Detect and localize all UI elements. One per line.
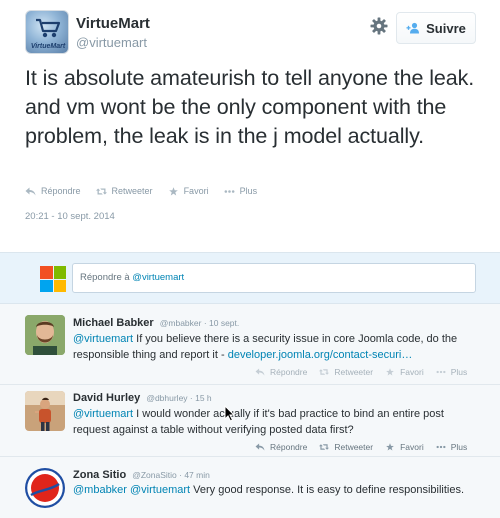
gear-icon[interactable] <box>369 16 389 36</box>
star-icon <box>168 186 178 195</box>
more-label: Plus <box>239 186 258 196</box>
reply-mention[interactable]: @virtuemart <box>73 408 133 420</box>
more-dots-icon <box>436 370 446 374</box>
avatar-logo-text: VirtueMart <box>30 43 66 50</box>
follow-user-icon <box>406 22 420 34</box>
reply-item: Zona Sitio @ZonaSitio · 47 min @mbabker … <box>0 458 500 518</box>
reply-action[interactable]: Répondre <box>255 442 307 452</box>
zonasitio-logo-icon <box>25 468 65 508</box>
reply-text: @virtuemart I would wonder actually if i… <box>73 406 483 438</box>
star-icon <box>386 368 394 376</box>
retweet-action[interactable]: Retweeter <box>95 186 153 196</box>
main-tweet: VirtueMart VirtueMart @virtuemart Suivre… <box>0 0 500 252</box>
favorite-label: Favori <box>183 186 209 196</box>
david-hurley-avatar[interactable] <box>25 391 65 431</box>
retweet-label: Retweeter <box>334 367 374 377</box>
more-label: Plus <box>450 442 468 452</box>
cart-logo-icon <box>36 18 61 38</box>
tweet-timestamp[interactable]: 20:21 - 10 sept. 2014 <box>25 211 115 222</box>
reply-item: Michael Babker @mbabker · 10 sept. @virt… <box>0 305 500 385</box>
more-dots-icon <box>224 189 235 193</box>
reply-input[interactable]: Répondre à @virtuemart <box>72 263 476 293</box>
reply-text: @mbabker @virtuemart Very good response.… <box>73 482 483 498</box>
reply-icon <box>255 443 265 451</box>
reply-composer: Répondre à @virtuemart <box>0 252 500 304</box>
retweet-label: Retweeter <box>111 186 153 196</box>
person-photo-icon <box>25 391 65 431</box>
reply-item: David Hurley @dbhurley · 15 h @virtuemar… <box>0 385 500 457</box>
follow-label: Suivre <box>426 20 466 36</box>
reply-icon <box>25 187 36 195</box>
reply-meta[interactable]: @mbabker · 10 sept. <box>160 318 240 328</box>
reply-label: Répondre <box>270 442 308 452</box>
retweet-action[interactable]: Retweeter <box>319 442 373 452</box>
reply-icon <box>255 368 265 376</box>
michael-babker-avatar[interactable] <box>25 315 65 355</box>
author-screenname[interactable]: @virtuemart <box>76 35 147 50</box>
reply-meta[interactable]: @ZonaSitio · 47 min <box>132 470 210 480</box>
avatar-tile <box>53 266 66 279</box>
reply-text: @virtuemart If you believe there is a se… <box>73 331 483 363</box>
more-action[interactable]: Plus <box>436 442 468 452</box>
reply-actions: Répondre Retweeter Favori Plus <box>255 367 467 377</box>
follow-button[interactable]: Suivre <box>396 12 476 44</box>
reply-mention[interactable]: @mbabker @virtuemart <box>73 484 190 496</box>
avatar-tile <box>53 279 66 292</box>
mouse-cursor-icon <box>224 405 235 422</box>
favorite-action[interactable]: Favori <box>385 367 424 377</box>
reply-actions: Répondre Retweeter Favori Plus <box>255 442 467 452</box>
more-action[interactable]: Plus <box>224 186 258 196</box>
more-dots-icon <box>436 445 446 449</box>
retweet-label: Retweeter <box>334 442 374 452</box>
more-label: Plus <box>450 367 468 377</box>
tweet-actions: Répondre Retweeter Favori Plus <box>25 186 257 196</box>
reply-header: Zona Sitio @ZonaSitio · 47 min <box>73 469 210 481</box>
reply-input-handle: @virtuemart <box>132 272 185 283</box>
favorite-label: Favori <box>400 367 424 377</box>
retweet-icon <box>319 369 330 375</box>
avatar-tile <box>40 279 53 292</box>
reply-author-name[interactable]: David Hurley <box>73 392 140 404</box>
star-icon <box>386 443 394 451</box>
zona-sitio-avatar[interactable] <box>25 468 65 508</box>
reply-label: Répondre <box>270 367 308 377</box>
favorite-label: Favori <box>400 442 424 452</box>
avatar-tile <box>40 266 53 279</box>
reply-author-name[interactable]: Michael Babker <box>73 317 154 329</box>
more-action[interactable]: Plus <box>436 367 468 377</box>
reply-author-name[interactable]: Zona Sitio <box>73 469 126 481</box>
reply-mention[interactable]: @virtuemart <box>73 333 133 345</box>
reply-label: Répondre <box>41 186 81 196</box>
reply-header: Michael Babker @mbabker · 10 sept. <box>73 317 239 329</box>
reply-meta[interactable]: @dbhurley · 15 h <box>146 393 211 403</box>
retweet-icon <box>95 188 107 194</box>
retweet-action[interactable]: Retweeter <box>319 367 373 377</box>
favorite-action[interactable]: Favori <box>385 442 424 452</box>
retweet-icon <box>319 444 330 450</box>
author-fullname[interactable]: VirtueMart <box>76 15 150 32</box>
reply-link[interactable]: developer.joomla.org/contact-securi… <box>228 349 413 361</box>
reply-action[interactable]: Répondre <box>25 186 81 196</box>
current-user-avatar <box>40 266 66 292</box>
virtuemart-avatar[interactable]: VirtueMart <box>25 10 69 54</box>
favorite-action[interactable]: Favori <box>168 186 209 196</box>
reply-action[interactable]: Répondre <box>255 367 307 377</box>
person-photo-icon <box>25 315 65 355</box>
reply-input-prefix: Répondre à <box>80 272 133 283</box>
tweet-text: It is absolute amateurish to tell anyone… <box>25 66 475 148</box>
reply-body: Very good response. It is easy to define… <box>190 484 465 496</box>
reply-header: David Hurley @dbhurley · 15 h <box>73 392 212 404</box>
